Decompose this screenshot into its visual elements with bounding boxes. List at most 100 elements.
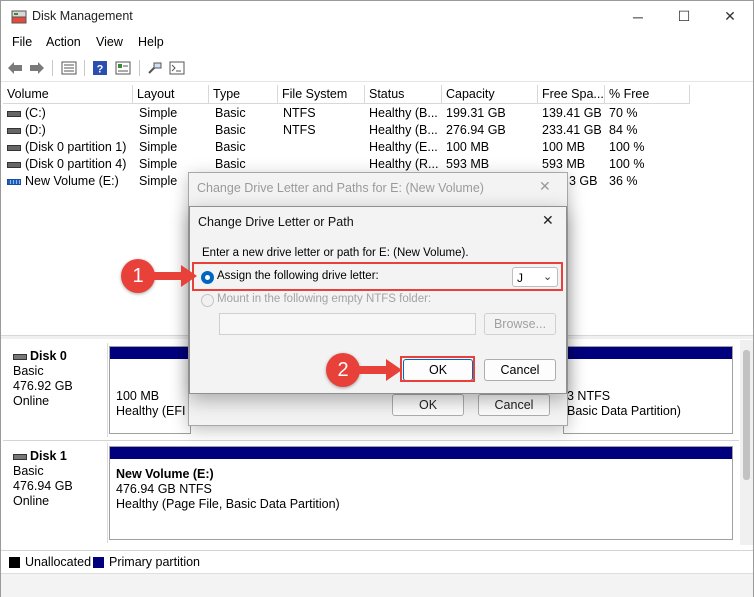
free-space-value: 233.41 GB — [542, 123, 602, 137]
status-value: Healthy (B... — [369, 106, 438, 120]
capacity-value: 276.94 GB — [446, 123, 506, 137]
menu-action[interactable]: Action — [46, 35, 81, 49]
table-row[interactable]: (D:) Simple Basic NTFS Healthy (B... 276… — [3, 122, 752, 139]
forward-button[interactable] — [27, 58, 47, 78]
column-header-percent-free[interactable]: % Free — [605, 85, 690, 104]
free-space-value: 139.41 GB — [542, 106, 602, 120]
legend-unallocated: Unallocated — [25, 555, 92, 569]
list-view-icon — [61, 61, 77, 75]
type-value: Basic — [215, 106, 246, 120]
minimize-icon: ─ — [633, 8, 643, 25]
primary-partition-bar — [110, 347, 190, 359]
dialog-title: Change Drive Letter and Paths for E: (Ne… — [197, 181, 484, 195]
minimize-button[interactable]: ─ — [615, 1, 661, 32]
title-bar: Disk Management ─ ☐ ✕ — [1, 1, 753, 32]
column-header-layout[interactable]: Layout — [133, 85, 209, 104]
step-2-callout: 2 — [326, 353, 360, 387]
disk-name: Disk 0 — [30, 349, 67, 363]
back-dialog-ok-button[interactable]: OK — [392, 394, 464, 416]
menu-bar: File Action View Help — [1, 32, 753, 54]
close-button[interactable]: ✕ — [707, 1, 753, 32]
unallocated-swatch — [9, 557, 20, 568]
type-value: Basic — [215, 123, 246, 137]
toolbar: ? — [1, 54, 753, 82]
percent-free-value: 70 % — [609, 106, 638, 120]
maximize-button[interactable]: ☐ — [661, 1, 707, 32]
mount-folder-radio[interactable] — [201, 294, 214, 307]
percent-free-value: 100 % — [609, 157, 645, 171]
layout-value: Simple — [139, 106, 178, 120]
status-value: Healthy (E... — [369, 140, 438, 154]
primary-partition-bar — [564, 347, 732, 359]
layout-value: Simple — [139, 140, 178, 154]
properties-button[interactable] — [113, 58, 133, 78]
volume-icon — [7, 179, 21, 185]
help-button[interactable]: ? — [90, 58, 110, 78]
file-system-value: NTFS — [283, 106, 316, 120]
legend-primary-partition: Primary partition — [109, 555, 200, 569]
volume-icon — [7, 111, 21, 117]
svg-text:?: ? — [97, 64, 104, 76]
ok-button-highlight — [400, 356, 475, 382]
free-space-value: 593 MB — [542, 157, 586, 171]
connect-button[interactable] — [145, 58, 165, 78]
menu-file[interactable]: File — [12, 35, 32, 49]
dialog-close-icon[interactable]: ✕ — [542, 212, 554, 229]
drive-letter-highlight — [192, 262, 563, 291]
partition-size: 3 NTFS — [567, 389, 611, 403]
help-icon: ? — [93, 61, 107, 76]
browse-button[interactable]: Browse... — [484, 313, 556, 335]
file-system-value: NTFS — [283, 123, 316, 137]
disk-icon — [13, 453, 27, 460]
back-arrow-icon — [8, 62, 22, 74]
column-header-volume[interactable]: Volume — [3, 85, 133, 104]
back-dialog-cancel-button[interactable]: Cancel — [478, 394, 550, 416]
cancel-button[interactable]: Cancel — [484, 359, 556, 381]
volume-icon — [7, 162, 21, 168]
percent-free-value: 84 % — [609, 123, 638, 137]
type-value: Basic — [215, 140, 246, 154]
scrollbar-thumb[interactable] — [743, 350, 750, 480]
console-button[interactable] — [167, 58, 187, 78]
capacity-value: 199.31 GB — [446, 106, 506, 120]
volume-name: (Disk 0 partition 1) — [25, 140, 127, 154]
column-header-type[interactable]: Type — [209, 85, 278, 104]
list-view-button[interactable] — [59, 58, 79, 78]
menu-help[interactable]: Help — [138, 35, 164, 49]
step-1-arrow-icon — [153, 265, 197, 287]
disk-icon — [13, 353, 27, 360]
table-row[interactable]: (Disk 0 partition 4) Simple Basic Health… — [3, 156, 752, 173]
partition-status: Healthy (EFI — [116, 404, 186, 418]
volume-name: (Disk 0 partition 4) — [25, 157, 127, 171]
folder-path-input[interactable] — [219, 313, 476, 335]
dialog-close-icon[interactable]: ✕ — [539, 178, 551, 195]
disk-name: Disk 1 — [30, 449, 67, 463]
table-row[interactable]: (Disk 0 partition 1) Simple Basic Health… — [3, 139, 752, 156]
toolbar-separator — [84, 60, 85, 76]
disk-1-partition-e[interactable]: New Volume (E:) 476.94 GB NTFS Healthy (… — [109, 446, 733, 540]
disk-size: 476.94 GB — [13, 479, 73, 493]
column-header-capacity[interactable]: Capacity — [442, 85, 538, 104]
partition-size: 476.94 GB NTFS — [116, 482, 212, 496]
disk-map-scrollbar[interactable] — [740, 340, 753, 545]
disk-1-label[interactable]: Disk 1 Basic 476.94 GB Online — [5, 443, 108, 543]
back-button[interactable] — [5, 58, 25, 78]
primary-partition-bar — [110, 447, 732, 459]
mount-folder-label[interactable]: Mount in the following empty NTFS folder… — [217, 293, 431, 305]
volume-icon — [7, 145, 21, 151]
disk-0-label[interactable]: Disk 0 Basic 476.92 GB Online — [5, 343, 108, 437]
type-value: Basic — [215, 157, 246, 171]
menu-view[interactable]: View — [96, 35, 123, 49]
console-icon — [169, 61, 185, 75]
disk-size: 476.92 GB — [13, 379, 73, 393]
column-header-status[interactable]: Status — [365, 85, 442, 104]
column-header-free-space[interactable]: Free Spa... — [538, 85, 605, 104]
disk-0-partition-efi[interactable]: 100 MB Healthy (EFI — [109, 346, 191, 434]
partition-size: 100 MB — [116, 389, 160, 403]
table-row[interactable]: (C:) Simple Basic NTFS Healthy (B... 199… — [3, 105, 752, 122]
capacity-value: 100 MB — [446, 140, 490, 154]
disk-0-partition-d[interactable]: 3 NTFS Basic Data Partition) — [563, 346, 733, 434]
column-header-file-system[interactable]: File System — [278, 85, 365, 104]
connect-icon — [148, 62, 162, 74]
volume-name: (D:) — [25, 123, 46, 137]
